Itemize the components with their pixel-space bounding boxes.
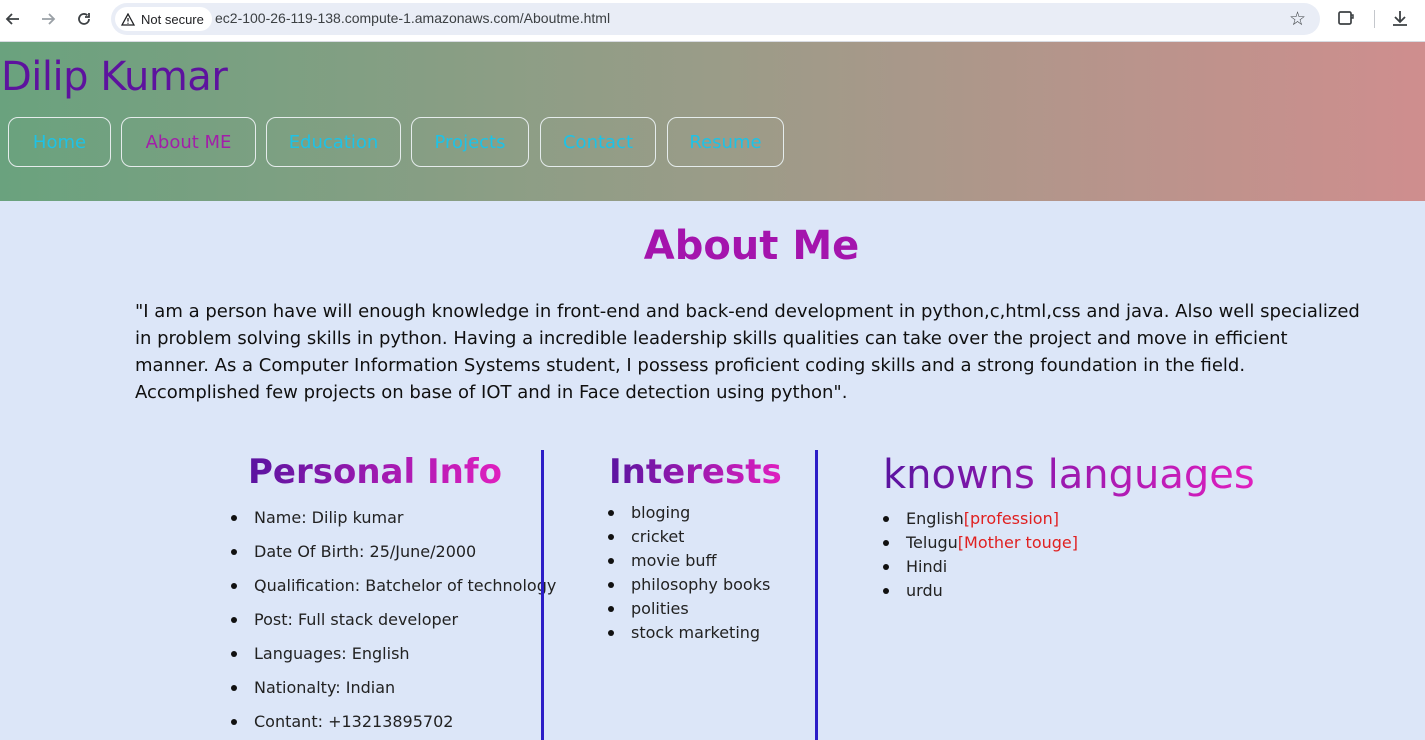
nav-projects[interactable]: Projects [411,117,529,167]
language-name: English [906,509,964,528]
list-item: Post: Full stack developer [231,603,556,637]
list-item: cricket [608,525,770,549]
list-item: Date Of Birth: 25/June/2000 [231,535,556,569]
language-name: Hindi [906,557,948,576]
extensions-icon[interactable] [1336,8,1356,28]
nav-about[interactable]: About ME [121,117,256,167]
personal-info-list: Name: Dilip kumar Date Of Birth: 25/June… [231,501,556,739]
reload-icon[interactable] [72,7,96,31]
list-item: Languages: English [231,637,556,671]
nav-education[interactable]: Education [266,117,401,167]
browser-toolbar: Not secure ec2-100-26-119-138.compute-1.… [0,0,1425,42]
site-header: Dilip Kumar Home About ME Education Proj… [0,42,1425,201]
list-item: English[profession] [883,507,1078,531]
languages-list: English[profession] Telugu[Mother touge]… [883,507,1078,603]
language-note: [profession] [963,509,1059,528]
list-item: urdu [883,579,1078,603]
interests-list: bloging cricket movie buff philosophy bo… [608,501,770,645]
security-label: Not secure [141,11,204,27]
language-name: Telugu [906,533,958,552]
list-item: Telugu[Mother touge] [883,531,1078,555]
address-bar[interactable]: Not secure ec2-100-26-119-138.compute-1.… [111,3,1320,35]
nav-contact[interactable]: Contact [540,117,656,167]
list-item: movie buff [608,549,770,573]
back-arrow-icon[interactable] [1,7,25,31]
languages-title: knowns languages [883,452,1255,498]
toolbar-divider [1374,10,1375,28]
download-icon[interactable] [1390,8,1410,28]
page-title: About Me [643,223,860,269]
url-text[interactable]: ec2-100-26-119-138.compute-1.amazonaws.c… [215,10,610,26]
list-item: Nationalty: Indian [231,671,556,705]
language-note: [Mother touge] [957,533,1078,552]
forward-arrow-icon[interactable] [36,7,60,31]
interests-title: Interests [609,452,782,492]
list-item: polities [608,597,770,621]
list-item: Qualification: Batchelor of technology [231,569,556,603]
site-name: Dilip Kumar [1,54,228,100]
column-divider [815,450,818,740]
list-item: stock marketing [608,621,770,645]
warning-icon [121,12,135,26]
list-item: Contant: +13213895702 [231,705,556,739]
list-item: bloging [608,501,770,525]
personal-info-title: Personal Info [248,452,502,492]
list-item: Hindi [883,555,1078,579]
nav-resume[interactable]: Resume [667,117,784,167]
bookmark-star-icon[interactable]: ☆ [1289,8,1306,30]
list-item: Name: Dilip kumar [231,501,556,535]
column-divider [541,450,544,740]
language-name: urdu [906,581,943,600]
security-chip[interactable]: Not secure [115,7,212,31]
nav-home[interactable]: Home [8,117,111,167]
bio-paragraph: "I am a person have will enough knowledg… [135,301,1360,403]
list-item: philosophy books [608,573,770,597]
